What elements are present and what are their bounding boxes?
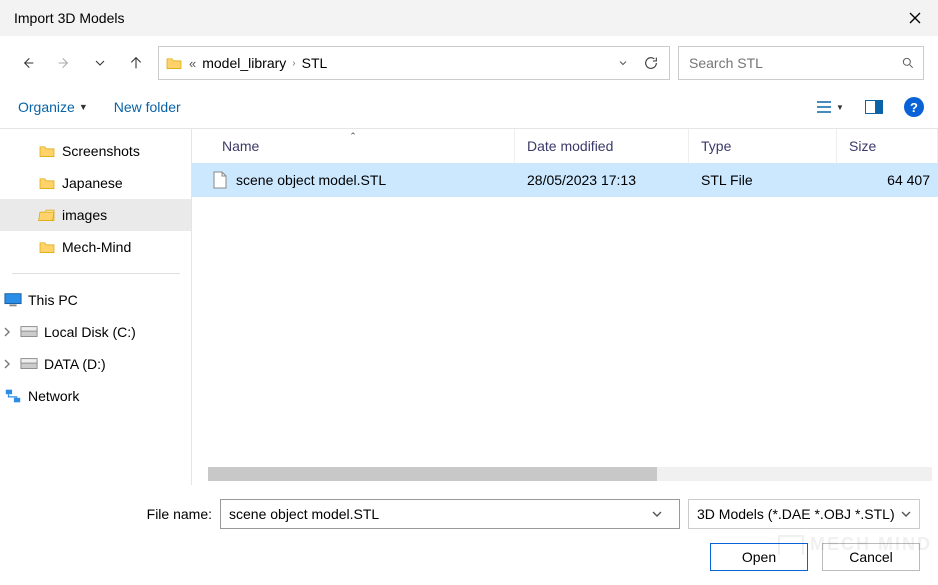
arrow-up-icon: [128, 55, 144, 71]
toolbar: Organize ▼ New folder ▼ ?: [0, 90, 938, 128]
sidebar-item-localdisk[interactable]: Local Disk (C:): [0, 316, 192, 348]
refresh-icon[interactable]: [643, 55, 659, 71]
sidebar-item-images[interactable]: images: [0, 199, 192, 231]
back-button[interactable]: [14, 49, 42, 77]
file-name: scene object model.STL: [236, 172, 386, 188]
breadcrumb-overflow: «: [189, 56, 196, 71]
folder-icon: [165, 56, 183, 70]
file-icon: [212, 171, 228, 189]
window-title: Import 3D Models: [14, 10, 124, 26]
network-icon: [4, 388, 22, 404]
breadcrumb: « model_library › STL: [165, 55, 607, 71]
file-name-input[interactable]: [229, 506, 643, 522]
address-bar[interactable]: « model_library › STL: [158, 46, 670, 80]
file-pane: Name ⌃ Date modified Type Size scene obj…: [192, 129, 938, 485]
help-button[interactable]: ?: [904, 97, 924, 117]
forward-button[interactable]: [50, 49, 78, 77]
close-icon: [909, 12, 921, 24]
preview-pane-icon: [865, 100, 883, 114]
title-bar: Import 3D Models: [0, 0, 938, 36]
breadcrumb-path2[interactable]: STL: [302, 55, 328, 71]
expand-icon[interactable]: [0, 327, 14, 337]
file-type: STL File: [689, 172, 837, 188]
list-icon: [816, 100, 832, 114]
main-area: Screenshots Japanese images Mech-Mind Th…: [0, 128, 938, 485]
column-type[interactable]: Type: [689, 129, 837, 163]
open-button[interactable]: Open: [710, 543, 808, 571]
chevron-down-icon[interactable]: [643, 509, 671, 519]
sort-asc-icon: ⌃: [349, 131, 357, 142]
column-size[interactable]: Size: [837, 129, 938, 163]
file-name-field[interactable]: [220, 499, 680, 529]
breadcrumb-path1[interactable]: model_library: [202, 55, 286, 71]
file-date: 28/05/2023 17:13: [515, 172, 689, 188]
search-icon[interactable]: [901, 56, 915, 70]
chevron-down-icon[interactable]: [617, 57, 629, 69]
folder-icon: [38, 240, 56, 254]
chevron-down-icon: [901, 509, 911, 519]
pc-icon: [4, 292, 22, 308]
recent-button[interactable]: [86, 49, 114, 77]
chevron-right-icon: ›: [292, 58, 295, 69]
sidebar-item-japanese[interactable]: Japanese: [0, 167, 192, 199]
sidebar-item-screenshots[interactable]: Screenshots: [0, 135, 192, 167]
arrow-right-icon: [56, 55, 72, 71]
sidebar-item-datad[interactable]: DATA (D:): [0, 348, 192, 380]
file-type-filter[interactable]: 3D Models (*.DAE *.OBJ *.STL): [688, 499, 920, 529]
file-size: 64 407: [837, 172, 938, 188]
column-date[interactable]: Date modified: [515, 129, 689, 163]
sidebar-item-mechmind[interactable]: Mech-Mind: [0, 231, 192, 263]
horizontal-scrollbar[interactable]: [208, 467, 932, 481]
disk-icon: [20, 325, 38, 339]
folder-icon: [38, 144, 56, 158]
sidebar-item-thispc[interactable]: This PC: [0, 284, 192, 316]
search-box[interactable]: [678, 46, 924, 80]
bottom-panel: File name: 3D Models (*.DAE *.OBJ *.STL)…: [0, 487, 938, 585]
organize-button[interactable]: Organize ▼: [18, 99, 88, 115]
close-button[interactable]: [892, 0, 938, 36]
view-list-button[interactable]: ▼: [816, 96, 844, 118]
search-input[interactable]: [689, 55, 901, 71]
nav-pane: Screenshots Japanese images Mech-Mind Th…: [0, 129, 192, 485]
up-button[interactable]: [122, 49, 150, 77]
cancel-button[interactable]: Cancel: [822, 543, 920, 571]
nav-row: « model_library › STL: [0, 36, 938, 90]
file-row[interactable]: scene object model.STL 28/05/2023 17:13 …: [192, 163, 938, 197]
chevron-down-icon: [92, 55, 108, 71]
arrow-left-icon: [20, 55, 36, 71]
folder-open-icon: [38, 208, 56, 222]
sidebar-item-network[interactable]: Network: [0, 380, 192, 412]
file-name-label: File name:: [18, 506, 212, 522]
expand-icon[interactable]: [0, 359, 14, 369]
disk-icon: [20, 357, 38, 371]
folder-icon: [38, 176, 56, 190]
preview-pane-button[interactable]: [860, 96, 888, 118]
separator: [12, 273, 180, 274]
column-headers: Name ⌃ Date modified Type Size: [192, 129, 938, 163]
new-folder-button[interactable]: New folder: [114, 99, 181, 115]
column-name[interactable]: Name ⌃: [192, 129, 515, 163]
